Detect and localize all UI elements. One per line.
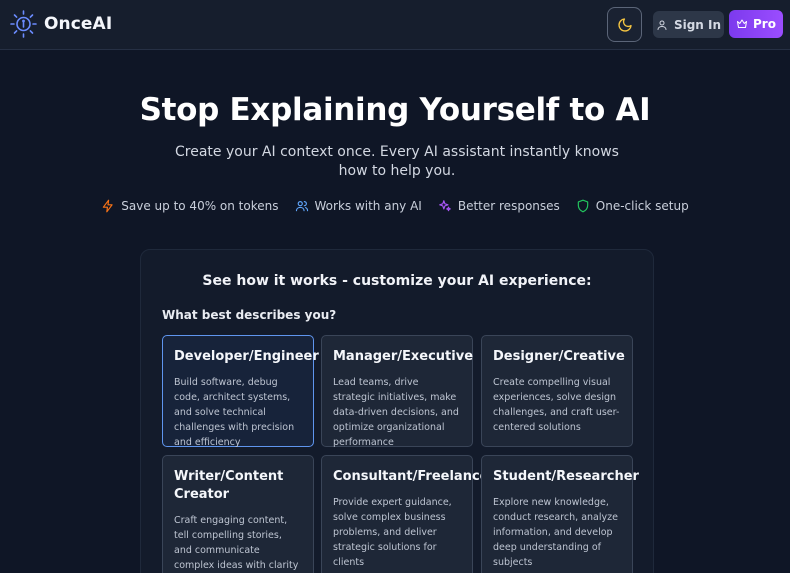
role-card-title: Writer/Content Creator	[174, 469, 284, 502]
role-card-description: Lead teams, drive strategic initiatives,…	[333, 377, 459, 448]
crown-icon	[737, 19, 748, 28]
sparkles-icon	[439, 200, 451, 212]
users-icon	[295, 201, 308, 212]
feature-label: One-click setup	[595, 199, 689, 213]
role-card-manager[interactable]: Manager/Executive Lead teams, drive stra…	[321, 335, 474, 448]
brand-logo[interactable]: OnceAI	[10, 9, 112, 39]
user-icon	[657, 20, 667, 30]
role-card-title: Designer/Creative	[493, 349, 625, 364]
role-card-designer[interactable]: Designer/Creative Create compelling visu…	[481, 335, 633, 447]
shield-icon	[577, 199, 589, 213]
role-card-writer[interactable]: Writer/Content Creator Craft engaging co…	[162, 455, 314, 573]
panel-title: See how it works - customize your AI exp…	[202, 273, 592, 289]
role-card-description: Provide expert guidance, solve complex b…	[333, 497, 452, 568]
feature-item: Save up to 40% on tokens	[101, 199, 279, 213]
feature-item: One-click setup	[576, 199, 689, 213]
onceai-logo-icon	[10, 10, 37, 38]
role-card-title: Student/Researcher	[493, 469, 639, 484]
role-card-student[interactable]: Student/Researcher Explore new knowledge…	[481, 455, 639, 573]
lightning-icon	[103, 199, 113, 213]
feature-label: Better responses	[457, 199, 560, 213]
pro-label: Pro	[753, 17, 776, 31]
brand-name: OnceAI	[44, 14, 113, 34]
role-card-description: Craft engaging content, tell compelling …	[174, 515, 299, 571]
role-card-title: Developer/Engineer	[174, 349, 319, 364]
moon-icon	[617, 17, 632, 32]
sign-in-button[interactable]: Sign In	[653, 11, 724, 38]
role-card-title: Manager/Executive	[333, 349, 474, 364]
role-card-developer[interactable]: Developer/Engineer Build software, debug…	[162, 335, 319, 448]
pro-button[interactable]: Pro	[729, 10, 783, 38]
role-card-description: Explore new knowledge, conduct research,…	[493, 497, 618, 568]
role-card-title: Consultant/Freelancer	[333, 469, 495, 484]
top-navbar: OnceAI Sign In Pro	[0, 0, 790, 50]
question-label: What best describes you?	[162, 308, 337, 322]
sign-in-label: Sign In	[673, 17, 722, 32]
feature-label: Save up to 40% on tokens	[121, 199, 279, 213]
hero-subtitle: Create your AI context once. Every AI as…	[175, 144, 619, 179]
hero-title: Stop Explaining Yourself to AI	[139, 92, 651, 128]
role-card-description: Build software, debug code, architect sy…	[174, 377, 295, 448]
feature-label: Works with any AI	[314, 199, 422, 213]
theme-toggle-button[interactable]	[607, 7, 642, 42]
role-card-consultant[interactable]: Consultant/Freelancer Provide expert gui…	[321, 455, 495, 573]
feature-item: Works with any AI	[295, 199, 422, 213]
role-card-description: Create compelling visual experiences, so…	[493, 377, 620, 433]
feature-item: Better responses	[438, 199, 560, 213]
feature-list: Save up to 40% on tokens Works with any …	[0, 199, 790, 213]
